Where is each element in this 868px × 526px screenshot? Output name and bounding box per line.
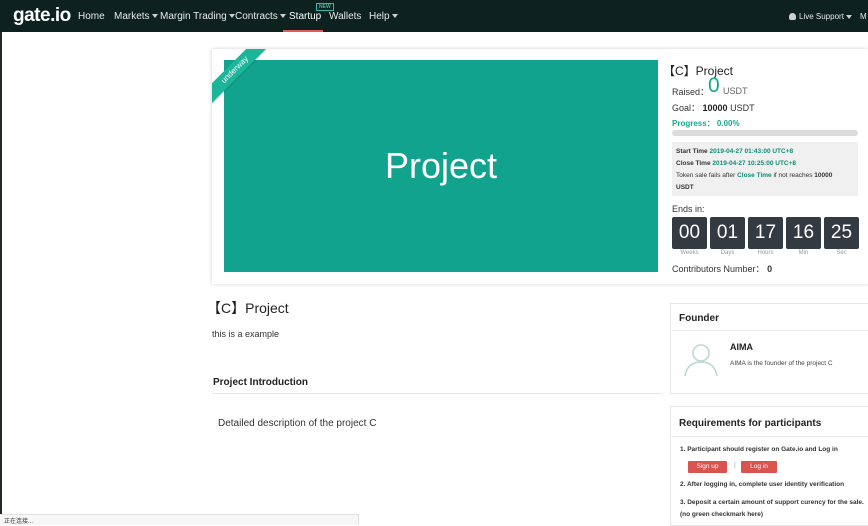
project-title: 【C】Project bbox=[663, 64, 734, 78]
new-badge: NEW bbox=[316, 3, 334, 11]
raised-unit: USDT bbox=[723, 86, 748, 96]
nav-markets[interactable]: Markets bbox=[114, 11, 158, 22]
divider bbox=[670, 436, 868, 437]
nav-startup[interactable]: Startup bbox=[289, 11, 321, 22]
banner-title: Project bbox=[384, 145, 498, 186]
countdown-minutes-label: Min bbox=[798, 250, 809, 256]
nav-home[interactable]: Home bbox=[78, 11, 105, 22]
separator: | bbox=[734, 462, 736, 469]
ends-in-label: Ends in: bbox=[672, 204, 705, 214]
sign-up-button[interactable]: Sign up bbox=[688, 461, 727, 473]
fail-close: Close Time bbox=[737, 172, 772, 179]
ribbon-label: underway bbox=[212, 49, 272, 107]
window-edge bbox=[0, 32, 2, 524]
section-title: 【C】Project bbox=[207, 300, 289, 316]
countdown-hours-label: Hours bbox=[757, 250, 774, 256]
raised-label: Raised： bbox=[672, 87, 710, 97]
nav-more[interactable]: M bbox=[860, 12, 867, 21]
nav-margin-label: Margin Trading bbox=[160, 11, 227, 22]
close-time-line: Close Time 2019-04-27 10:25:00 UTC+8 bbox=[676, 160, 796, 167]
requirement-item: 1. Participant should register on Gate.i… bbox=[680, 446, 838, 453]
requirement-item: 3. Deposit a certain amount of support c… bbox=[680, 499, 864, 518]
goal-label: Goal： bbox=[672, 103, 701, 113]
user-icon bbox=[789, 13, 796, 20]
divider bbox=[670, 330, 868, 331]
nav-wallets[interactable]: Wallets bbox=[329, 11, 361, 22]
project-banner: Project bbox=[224, 60, 658, 272]
divider bbox=[212, 393, 662, 394]
countdown-weeks: 00 bbox=[672, 217, 707, 249]
log-in-button[interactable]: Log in bbox=[741, 461, 777, 473]
countdown-weeks-label: Weeks bbox=[680, 250, 699, 256]
countdown-days-label: Days bbox=[720, 250, 735, 256]
fail-amount: 10000 bbox=[814, 172, 833, 179]
top-navbar: gate.io Home Markets Margin Trading Cont… bbox=[0, 0, 868, 32]
fail-text-2: if not reaches bbox=[773, 172, 813, 179]
live-support-label: Live Support bbox=[799, 12, 844, 21]
nav-help[interactable]: Help bbox=[369, 11, 398, 22]
status-ribbon: underway bbox=[212, 49, 272, 109]
raised-value: 0 bbox=[708, 74, 720, 97]
chevron-down-icon bbox=[279, 14, 286, 19]
countdown-minutes: 16 bbox=[786, 217, 821, 249]
founder-name: AIMA bbox=[730, 342, 753, 352]
intro-heading: Project Introduction bbox=[213, 377, 308, 388]
goal-value: 10000 bbox=[702, 103, 728, 113]
founder-description: AIMA is the founder of the project C bbox=[730, 360, 833, 367]
start-label: Start Time bbox=[676, 148, 708, 155]
goal-line: Goal： 10000 USDT bbox=[672, 101, 755, 114]
nav-startup-label: Startup bbox=[289, 11, 322, 22]
browser-status-bar: 正在连接... bbox=[0, 514, 359, 525]
chevron-down-icon bbox=[391, 14, 398, 19]
fail-note-line1: Token sale fails after Close Time if not… bbox=[676, 172, 832, 179]
progress-text: Progress： 0.00% bbox=[672, 119, 740, 128]
fail-text-1: Token sale fails after bbox=[676, 172, 736, 179]
fail-unit: USDT bbox=[676, 184, 694, 191]
gateio-logo[interactable]: gate.io bbox=[13, 5, 71, 27]
countdown-hours: 17 bbox=[748, 217, 783, 249]
requirement-item: 2. After logging in, complete user ident… bbox=[680, 481, 845, 488]
fail-note-line2: USDT bbox=[676, 184, 694, 191]
contributors-value: 0 bbox=[767, 264, 773, 274]
nav-wallets-label: Wallets bbox=[329, 11, 362, 22]
contributors-line: Contributors Number： 0 bbox=[672, 262, 772, 275]
nav-contracts-label: Contracts bbox=[235, 11, 278, 22]
chevron-down-icon bbox=[151, 14, 158, 19]
countdown-seconds-label: Sec bbox=[836, 250, 847, 256]
nav-margin-trading[interactable]: Margin Trading bbox=[160, 11, 235, 22]
project-description: this is a example bbox=[212, 329, 280, 339]
requirements-heading: Requirements for participants bbox=[679, 418, 822, 429]
founder-heading: Founder bbox=[679, 313, 719, 324]
countdown-seconds: 25 bbox=[824, 217, 859, 249]
progress-bar bbox=[672, 130, 858, 136]
countdown-days: 01 bbox=[710, 217, 745, 249]
nav-help-label: Help bbox=[369, 11, 390, 22]
nav-home-label: Home bbox=[78, 11, 105, 22]
nav-live-support[interactable]: Live Support bbox=[789, 12, 852, 21]
start-time-line: Start Time 2019-04-27 01:43:00 UTC+8 bbox=[676, 148, 793, 155]
avatar-icon bbox=[684, 344, 718, 377]
close-label: Close Time bbox=[676, 160, 711, 167]
nav-markets-label: Markets bbox=[114, 11, 150, 22]
intro-text: Detailed description of the project C bbox=[218, 418, 377, 429]
active-tab-indicator bbox=[283, 30, 323, 32]
contributors-label: Contributors Number： bbox=[672, 264, 765, 274]
close-value: 2019-04-27 10:25:00 UTC+8 bbox=[712, 160, 797, 167]
start-value: 2019-04-27 01:43:00 UTC+8 bbox=[709, 148, 794, 155]
chevron-down-icon bbox=[228, 14, 235, 19]
goal-unit: USDT bbox=[730, 103, 755, 113]
chevron-down-icon bbox=[845, 14, 852, 19]
nav-contracts[interactable]: Contracts bbox=[235, 11, 286, 22]
